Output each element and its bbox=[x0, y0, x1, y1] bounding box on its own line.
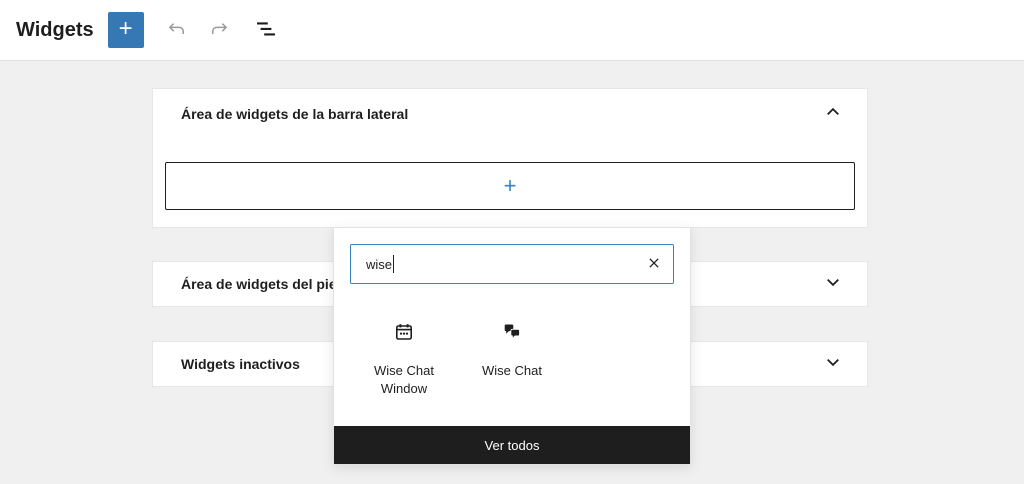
widget-area-sidebar-header[interactable]: Área de widgets de la barra lateral bbox=[153, 89, 867, 139]
page-title: Widgets bbox=[16, 19, 94, 42]
undo-arrow-icon bbox=[164, 17, 188, 44]
widget-area-title: Área de widgets de la barra lateral bbox=[181, 106, 408, 122]
undo-button[interactable] bbox=[158, 12, 194, 48]
text-caret bbox=[393, 255, 394, 273]
block-result-label: Wise Chat Window bbox=[350, 362, 458, 397]
chat-window-icon bbox=[392, 320, 416, 344]
plus-icon: + bbox=[504, 175, 517, 197]
widget-area-sidebar-panel: Área de widgets de la barra lateral + bbox=[152, 88, 868, 228]
editor-top-bar: Widgets + bbox=[0, 0, 1024, 61]
block-inserter-toggle[interactable]: + bbox=[165, 162, 855, 210]
view-all-button[interactable]: Ver todos bbox=[334, 426, 690, 464]
block-result-wise-chat-window[interactable]: Wise Chat Window bbox=[350, 314, 458, 397]
block-result-label: Wise Chat bbox=[482, 362, 542, 380]
block-result-wise-chat[interactable]: Wise Chat bbox=[458, 314, 566, 397]
chevron-up-icon bbox=[821, 100, 845, 129]
view-all-label: Ver todos bbox=[485, 438, 540, 453]
block-search-results: Wise Chat Window Wise Chat bbox=[350, 314, 674, 397]
clear-search-button[interactable] bbox=[640, 251, 668, 277]
redo-arrow-icon bbox=[208, 17, 232, 44]
list-view-icon bbox=[254, 17, 278, 44]
add-block-button[interactable]: + bbox=[108, 12, 144, 48]
block-inserter-popover: Wise Chat Window Wise Chat Ver todos bbox=[333, 227, 691, 465]
close-icon bbox=[644, 253, 664, 276]
redo-button[interactable] bbox=[202, 12, 238, 48]
widget-area-title: Widgets inactivos bbox=[181, 356, 300, 372]
block-search-wrap bbox=[350, 244, 674, 284]
chevron-down-icon bbox=[821, 350, 845, 379]
plus-icon: + bbox=[119, 15, 133, 43]
chevron-down-icon bbox=[821, 270, 845, 299]
chat-bubbles-icon bbox=[500, 320, 524, 344]
list-view-button[interactable] bbox=[248, 12, 284, 48]
block-search-input[interactable] bbox=[350, 244, 674, 284]
